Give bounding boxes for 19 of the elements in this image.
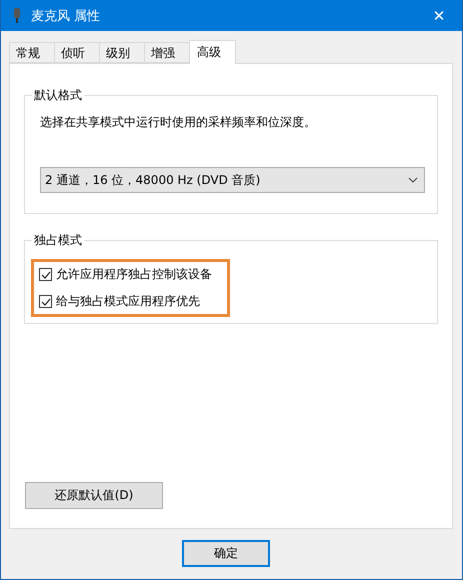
close-button[interactable]: ✕ (416, 6, 462, 24)
format-dropdown[interactable]: 2 通道，16 位，48000 Hz (DVD 音质) (40, 167, 425, 193)
tab[interactable]: 常规 (9, 42, 55, 63)
restore-defaults-button[interactable]: 还原默认值(D) (25, 482, 163, 509)
checkbox[interactable] (39, 295, 52, 308)
chevron-down-icon (408, 177, 418, 183)
tab[interactable]: 增强 (144, 42, 190, 63)
tab[interactable]: 级别 (99, 42, 145, 63)
window-title: 麦克风 属性 (31, 8, 102, 24)
tab[interactable]: 侦听 (54, 42, 100, 63)
checkbox-option[interactable]: 给与独占模式应用程序优先 (39, 293, 223, 310)
group-title: 独占模式 (33, 232, 83, 249)
ok-button[interactable]: 确定 (182, 540, 270, 567)
tab[interactable]: 高级 (189, 40, 236, 64)
description-text: 选择在共享模式中运行时使用的采样频率和位深度。 (40, 114, 317, 131)
checkbox[interactable] (39, 268, 52, 281)
group-title: 默认格式 (33, 87, 83, 104)
microphone-icon (13, 8, 21, 24)
checkbox-option[interactable]: 允许应用程序独占控制该设备 (39, 266, 223, 283)
